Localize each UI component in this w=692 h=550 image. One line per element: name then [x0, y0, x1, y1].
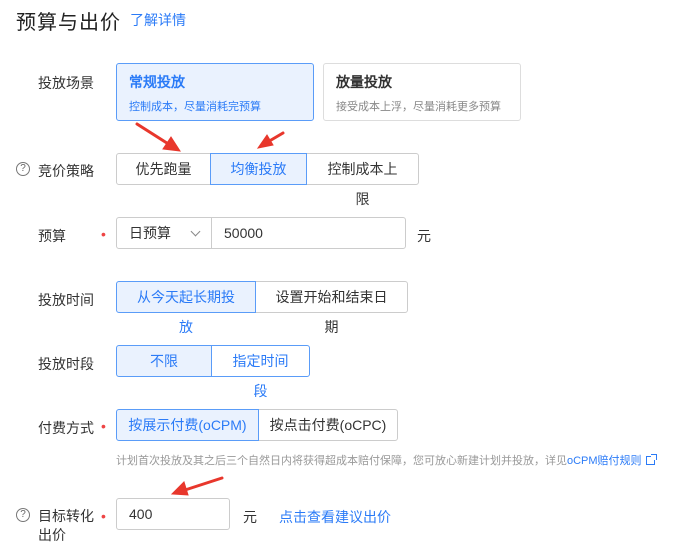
annotation-arrow-icon: [135, 122, 181, 152]
annotation-arrow-icon: [256, 131, 285, 149]
annotation-arrow-icon: [170, 476, 224, 496]
schedule-period-option-custom[interactable]: 指定时间段: [211, 345, 310, 399]
strategy-option-balanced[interactable]: 均衡投放: [210, 153, 307, 185]
billing-option-ocpm[interactable]: 按展示付费(oCPM): [116, 409, 259, 441]
annotation-arrows: [135, 122, 285, 496]
schedule-time-option-longterm[interactable]: 从今天起长期投放: [116, 281, 256, 335]
schedule-period-segmented: 不限 指定时间段: [116, 345, 310, 399]
schedule-period-option-unlimited[interactable]: 不限: [116, 345, 212, 377]
